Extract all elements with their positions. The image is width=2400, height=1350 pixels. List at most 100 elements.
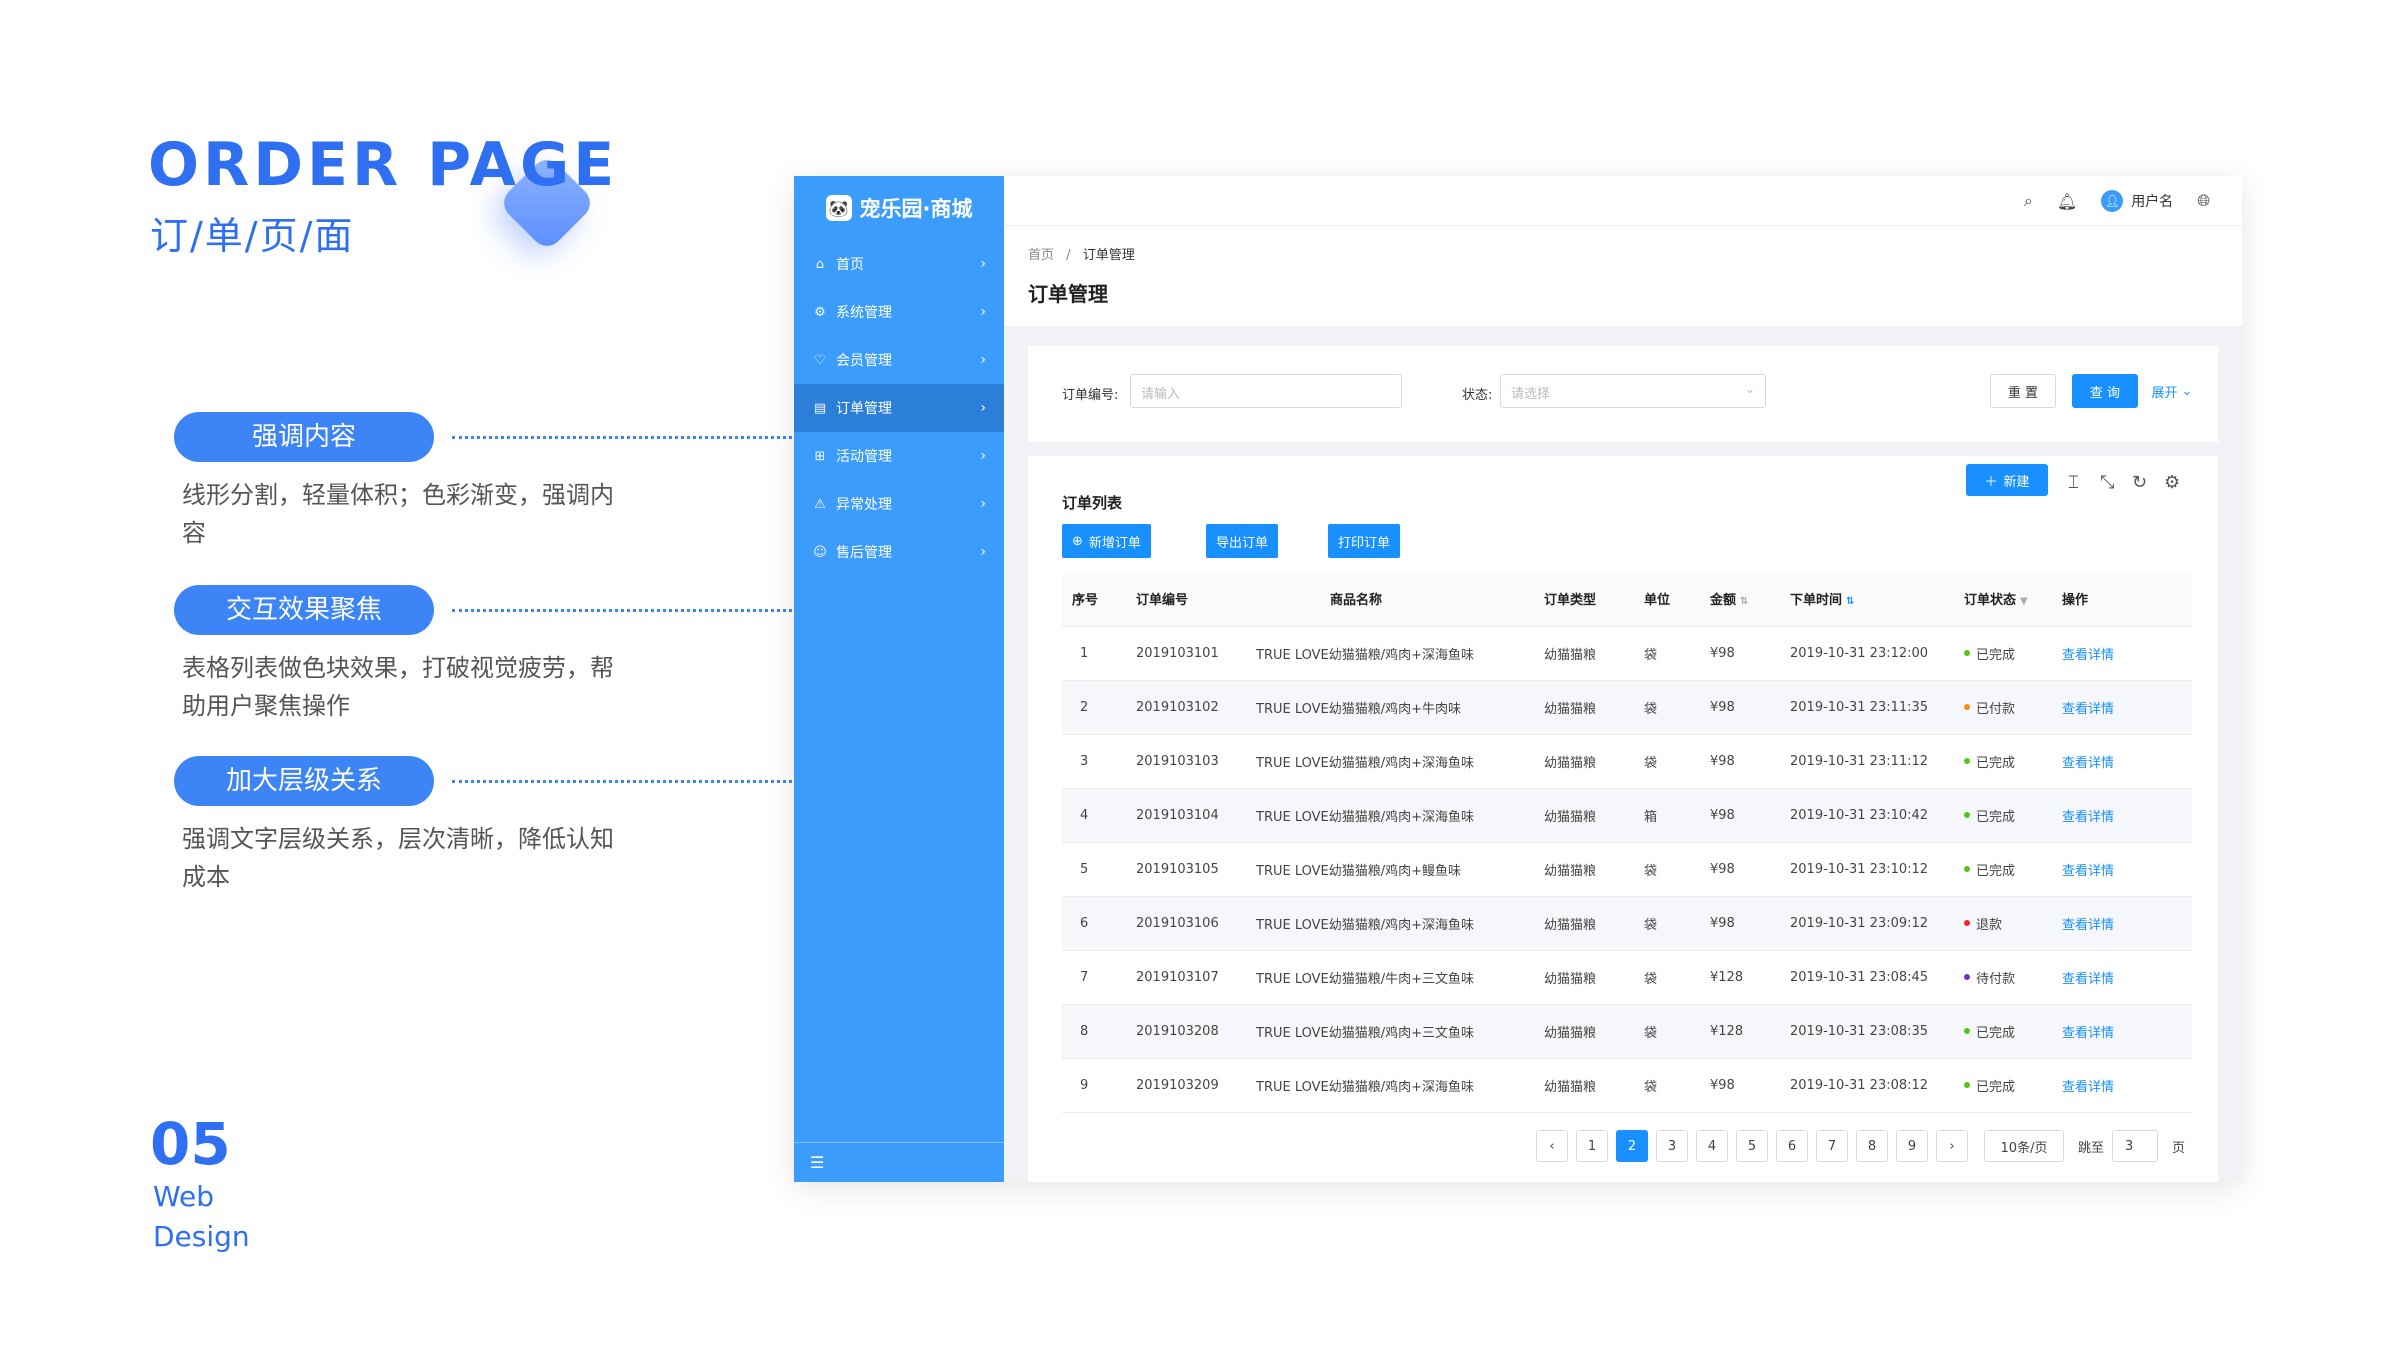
status-text: 已完成	[1976, 647, 2016, 663]
cell-unit: 袋	[1634, 1058, 1700, 1113]
table-row[interactable]: 9 2019103209 TRUE LOVE幼猫猫粮/鸡肉+深海鱼味 幼猫猫粮袋 ¥98…	[1062, 1058, 2192, 1113]
col-time[interactable]: 下单时间 ⇅	[1780, 572, 1954, 627]
page-button[interactable]: 1	[1576, 1130, 1608, 1162]
col-amount[interactable]: 金额 ⇅	[1700, 572, 1780, 627]
globe-icon[interactable]: 🌐︎	[2197, 191, 2210, 211]
cell-no: 8	[1062, 1004, 1126, 1059]
breadcrumb: 首页 / 订单管理	[1028, 244, 1135, 263]
cell-status: 已完成	[1954, 1004, 2052, 1059]
bell-icon[interactable]: 🔔︎	[2057, 192, 2077, 211]
page-button[interactable]: 6	[1776, 1130, 1808, 1162]
feature-item: 加大层级关系 强调文字层级关系，层次清晰，降低认知成本	[174, 756, 920, 896]
col-type: 订单类型	[1534, 572, 1634, 627]
cell-product: TRUE LOVE幼猫猫粮/鸡肉+深海鱼味	[1246, 626, 1534, 681]
table-row[interactable]: 8 2019103208 TRUE LOVE幼猫猫粮/鸡肉+三文鱼味 幼猫猫粮袋 ¥12…	[1062, 1004, 2192, 1059]
view-detail-link[interactable]: 查看详情	[2052, 680, 2192, 735]
table-row[interactable]: 7 2019103107 TRUE LOVE幼猫猫粮/牛肉+三文鱼味 幼猫猫粮袋 ¥12…	[1062, 950, 2192, 1005]
sidebar-item-home[interactable]: ⌂ 首页 ›	[794, 240, 1004, 288]
new-button[interactable]: ＋ 新建	[1966, 464, 2048, 496]
status-dot-icon	[1964, 650, 1970, 656]
cell-order-id: 2019103104	[1126, 788, 1246, 843]
sidebar-item-aftersales[interactable]: ☺ 售后管理 ›	[794, 528, 1004, 576]
table-row[interactable]: 4 2019103104 TRUE LOVE幼猫猫粮/鸡肉+深海鱼味 幼猫猫粮箱 ¥98…	[1062, 788, 2192, 843]
collapse-menu-icon[interactable]: ☰	[794, 1142, 1004, 1182]
view-detail-link[interactable]: 查看详情	[2052, 788, 2192, 843]
order-no-input[interactable]: 请输入	[1130, 374, 1402, 408]
fullscreen-icon[interactable]: ⤡	[2100, 472, 2114, 493]
cell-product: TRUE LOVE幼猫猫粮/鸡肉+深海鱼味	[1246, 734, 1534, 789]
status-text: 已付款	[1976, 701, 2016, 717]
table-row[interactable]: 1 2019103101 TRUE LOVE幼猫猫粮/鸡肉+深海鱼味 幼猫猫粮袋 ¥98…	[1062, 626, 2192, 681]
sidebar-item-activities[interactable]: ⊞ 活动管理 ›	[794, 432, 1004, 480]
table-row[interactable]: 6 2019103106 TRUE LOVE幼猫猫粮/鸡肉+深海鱼味 幼猫猫粮袋 ¥98…	[1062, 896, 2192, 951]
app-window: 🐼 宠乐园·商城 ⌂ 首页 › ⚙ 系统管理 › ♡ 会员管理 › ▤ 订单管理…	[794, 176, 2242, 1182]
view-detail-link[interactable]: 查看详情	[2052, 1058, 2192, 1113]
sidebar-item-members[interactable]: ♡ 会员管理 ›	[794, 336, 1004, 384]
status-select[interactable]: 请选择 ⌄	[1500, 374, 1766, 408]
page-button[interactable]: 2	[1616, 1130, 1648, 1162]
page-header: 首页 / 订单管理 订单管理	[1004, 226, 2242, 326]
sidebar-item-label: 系统管理	[836, 305, 892, 321]
expand-toggle[interactable]: 展开 ⌄	[2144, 374, 2200, 408]
table-row[interactable]: 5 2019103105 TRUE LOVE幼猫猫粮/鸡肉+鳗鱼味 幼猫猫粮袋 ¥98 2…	[1062, 842, 2192, 897]
cell-time: 2019-10-31 23:09:12	[1780, 896, 1954, 951]
col-status[interactable]: 订单状态 ▼	[1954, 572, 2052, 627]
view-detail-link[interactable]: 查看详情	[2052, 734, 2192, 789]
breadcrumb-home[interactable]: 首页	[1028, 248, 1054, 263]
table-header-row: 序号 订单编号 商品名称 订单类型 单位 金额 ⇅ 下单时间 ⇅ 订单状态 ▼ 操作	[1062, 572, 2192, 627]
feature-label: 交互效果聚焦	[174, 585, 434, 635]
table-row[interactable]: 2 2019103102 TRUE LOVE幼猫猫粮/鸡肉+牛肉味 幼猫猫粮袋 ¥98 2…	[1062, 680, 2192, 735]
view-detail-link[interactable]: 查看详情	[2052, 1004, 2192, 1059]
logo[interactable]: 🐼 宠乐园·商城	[794, 176, 1004, 240]
jump-input[interactable]: 3	[2112, 1130, 2159, 1162]
user-menu[interactable]: 👤︎ 用户名	[2101, 190, 2173, 212]
cell-no: 9	[1062, 1058, 1126, 1113]
page-button[interactable]: 3	[1656, 1130, 1688, 1162]
cell-type: 幼猫猫粮	[1534, 788, 1634, 843]
cell-status: 已完成	[1954, 842, 2052, 897]
view-detail-link[interactable]: 查看详情	[2052, 950, 2192, 1005]
prev-page-icon[interactable]: ‹	[1536, 1130, 1568, 1162]
plus-icon: ＋	[1984, 474, 1998, 490]
settings-icon[interactable]: ⚙	[2164, 472, 2180, 493]
page-button[interactable]: 7	[1816, 1130, 1848, 1162]
cell-unit: 袋	[1634, 1004, 1700, 1059]
print-order-button[interactable]: 打印订单	[1328, 524, 1401, 558]
cell-type: 幼猫猫粮	[1534, 1004, 1634, 1059]
sidebar-item-orders[interactable]: ▤ 订单管理 ›	[794, 384, 1004, 432]
order-table: 序号 订单编号 商品名称 订单类型 单位 金额 ⇅ 下单时间 ⇅ 订单状态 ▼ 操作 …	[1062, 572, 2192, 1113]
cell-type: 幼猫猫粮	[1534, 950, 1634, 1005]
cell-no: 5	[1062, 842, 1126, 897]
view-detail-link[interactable]: 查看详情	[2052, 842, 2192, 897]
add-order-button[interactable]: ⊕ 新增订单	[1062, 524, 1151, 558]
page-size-select[interactable]: 10条/页	[1984, 1130, 2064, 1162]
page-button[interactable]: 5	[1736, 1130, 1768, 1162]
page-button[interactable]: 4	[1696, 1130, 1728, 1162]
sidebar-item-system[interactable]: ⚙ 系统管理 ›	[794, 288, 1004, 336]
refresh-icon[interactable]: ↻	[2132, 472, 2147, 493]
sidebar-item-exceptions[interactable]: ⚠ 异常处理 ›	[794, 480, 1004, 528]
cell-type: 幼猫猫粮	[1534, 680, 1634, 735]
chevron-right-icon: ›	[980, 304, 986, 320]
table-row[interactable]: 3 2019103103 TRUE LOVE幼猫猫粮/鸡肉+深海鱼味 幼猫猫粮袋 ¥98…	[1062, 734, 2192, 789]
view-detail-link[interactable]: 查看详情	[2052, 626, 2192, 681]
cell-type: 幼猫猫粮	[1534, 842, 1634, 897]
export-order-button[interactable]: 导出订单	[1206, 524, 1279, 558]
cell-no: 7	[1062, 950, 1126, 1005]
cell-time: 2019-10-31 23:11:12	[1780, 734, 1954, 789]
chevron-right-icon: ›	[980, 256, 986, 272]
view-detail-link[interactable]: 查看详情	[2052, 896, 2192, 951]
col-order-id: 订单编号	[1126, 572, 1246, 627]
avatar: 👤︎	[2101, 190, 2124, 212]
page-button[interactable]: 8	[1856, 1130, 1888, 1162]
page-button[interactable]: 9	[1896, 1130, 1928, 1162]
next-page-icon[interactable]: ›	[1936, 1130, 1968, 1162]
density-icon[interactable]: ⌶	[2068, 472, 2079, 493]
search-icon[interactable]: ⌕	[2024, 191, 2033, 211]
reset-button[interactable]: 重 置	[1990, 374, 2056, 408]
query-button[interactable]: 查 询	[2072, 374, 2138, 408]
hero-title: ORDER PAGE	[148, 130, 619, 200]
cell-product: TRUE LOVE幼猫猫粮/鸡肉+三文鱼味	[1246, 1004, 1534, 1059]
cell-unit: 袋	[1634, 680, 1700, 735]
col-no: 序号	[1062, 572, 1126, 627]
